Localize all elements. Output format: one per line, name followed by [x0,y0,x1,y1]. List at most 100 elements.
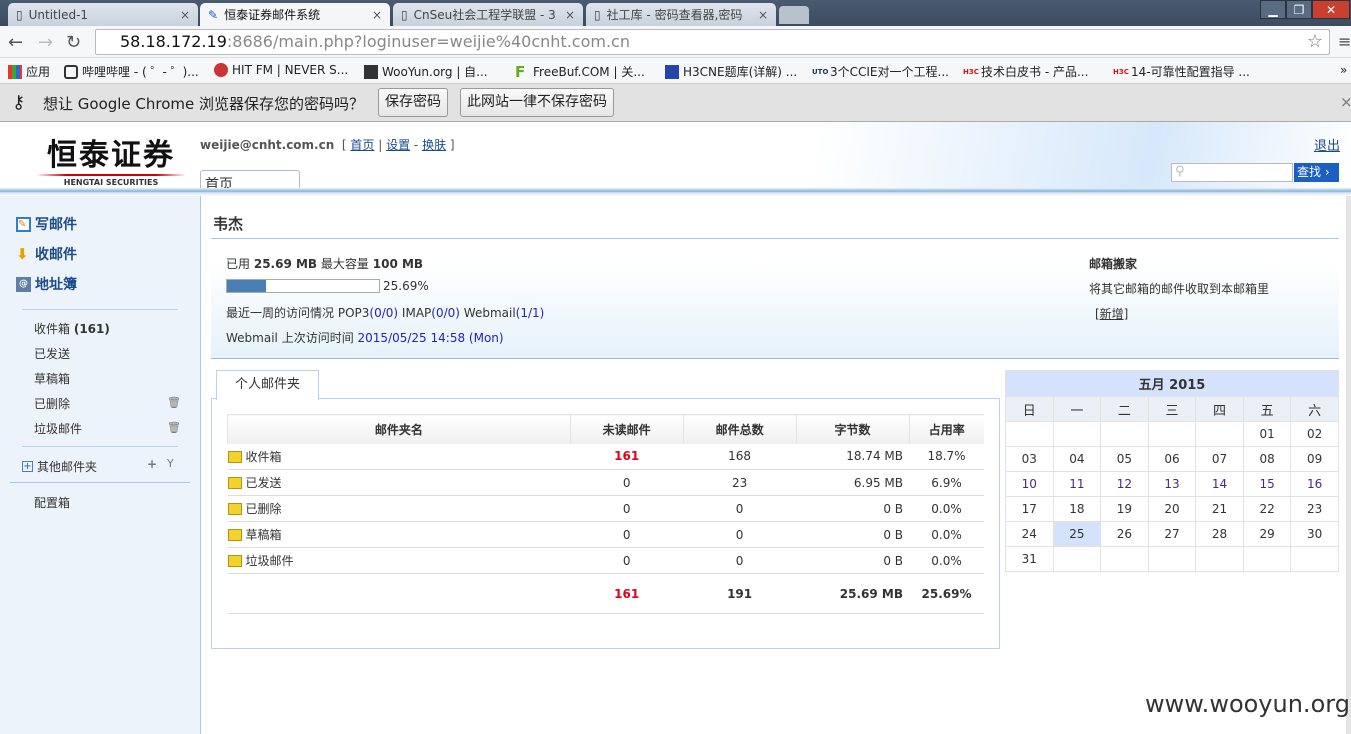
skin-link[interactable]: 换肤 [422,138,446,152]
back-icon[interactable]: ← [8,32,23,53]
bookmark[interactable]: F FreeBuf.COM | 关... [515,63,645,80]
calendar-day[interactable]: 29 [1242,521,1292,547]
table-row: 已删除 0 0 0 B 0.0% [227,495,984,522]
calendar-day[interactable]: 31 [1005,546,1054,572]
calendar-day[interactable]: 25 [1052,521,1102,547]
close-tab-icon[interactable]: × [565,8,575,22]
maximize-button[interactable]: ❐ [1286,0,1312,19]
browser-tab-active[interactable]: ✎ 恒泰证券邮件系统 × [200,3,390,26]
new-tab-button[interactable] [779,6,809,24]
calendar-day[interactable]: 20 [1147,496,1197,522]
bookmark[interactable]: HIT FM | NEVER S... [214,63,348,77]
logout-link[interactable]: 退出 [1314,135,1340,154]
calendar-day[interactable]: 28 [1195,521,1244,547]
other-folders[interactable]: + 其他邮件夹 [22,458,97,475]
bookmark[interactable]: H3CNE题库(详解) ... [665,63,797,80]
calendar-empty [1052,421,1102,447]
calendar-day[interactable]: 11 [1052,471,1102,497]
never-save-button[interactable]: 此网站一律不保存密码 [460,88,614,117]
bookmark-apps[interactable]: 应用 [8,63,50,80]
calendar-day[interactable]: 19 [1100,496,1149,522]
calendar-title: 五月 2015 [1005,370,1339,397]
calendar-day[interactable]: 24 [1005,521,1054,547]
wrench-icon[interactable]: Y [167,457,174,470]
calendar-day[interactable]: 26 [1100,521,1149,547]
folder-name-cell[interactable]: 草稿箱 [227,521,571,548]
calendar-day[interactable]: 16 [1290,471,1339,497]
folder-name-cell[interactable]: 垃圾邮件 [227,547,571,574]
addressbook-link[interactable]: @ 地址簿 [16,274,77,294]
calendar-day[interactable]: 09 [1290,446,1339,472]
calendar-day[interactable]: 30 [1290,521,1339,547]
calendar-day[interactable]: 23 [1290,496,1339,522]
usage-text: 已用 25.69 MB 最大容量 100 MB [226,257,424,271]
add-folder-icon[interactable]: + [147,457,157,471]
calendar-empty [1100,421,1149,447]
bookmark[interactable]: H3C 14-可靠性配置指导 ... [1113,63,1250,80]
calendar-day[interactable]: 17 [1005,496,1054,522]
browser-tab[interactable]: ▯ 社工库 - 密码查看器,密码 × [586,3,776,26]
calendar-day[interactable]: 05 [1100,446,1149,472]
search-button[interactable]: 查找 › [1294,163,1339,182]
calendar-day[interactable]: 04 [1052,446,1102,472]
sidebar-folder-inbox[interactable]: 收件箱 (161) [34,320,110,337]
bookmark[interactable]: WooYun.org | 自... [364,63,488,80]
add-mailbox-move-link[interactable]: [新增] [1095,305,1128,322]
bookmark[interactable]: H3C 技术白皮书 - 产品... [963,63,1088,80]
bookmark[interactable]: 哔哩哔哩 - ( ゜- ゜)... [64,63,199,80]
sidebar: ✎ 写邮件 ⬇ 收邮件 @ 地址簿 收件箱 (161) 已发送 草稿箱 已删除 🗑 垃… [0,196,201,734]
calendar-day[interactable]: 15 [1242,471,1292,497]
calendar-day[interactable]: 01 [1242,421,1292,447]
browser-tab[interactable]: ▯ CnSeu社会工程学联盟 - 3 × [393,3,583,26]
sidebar-folder-drafts[interactable]: 草稿箱 [34,370,70,387]
scrollbar[interactable] [1346,196,1351,734]
settings-link[interactable]: 设置 [386,138,410,152]
save-password-button[interactable]: 保存密码 [378,88,448,117]
calendar-day[interactable]: 14 [1195,471,1244,497]
close-tab-icon[interactable]: × [758,8,768,22]
folder-name-cell[interactable]: 已删除 [227,495,571,522]
minimize-button[interactable]: ▁ [1260,0,1286,19]
expand-icon[interactable]: + [22,461,33,472]
calendar-day[interactable]: 10 [1005,471,1054,497]
folder-name-cell[interactable]: 已发送 [227,469,571,496]
calendar-day[interactable]: 13 [1147,471,1197,497]
calendar-week: 17 18 19 20 21 22 23 [1005,496,1339,522]
search-input[interactable]: ⚲ [1171,163,1293,182]
calendar-day[interactable]: 22 [1242,496,1292,522]
close-infobar-icon[interactable]: × [1340,93,1351,111]
home-link[interactable]: 首页 [350,138,374,152]
close-tab-icon[interactable]: × [180,8,190,22]
close-window-button[interactable]: ✕ [1312,0,1350,19]
bookmark[interactable]: UTO 3个CCIE对一个工程... [812,63,949,80]
sidebar-folder-spam[interactable]: 垃圾邮件 [34,420,82,437]
folder-name-cell[interactable]: 收件箱 [227,443,571,470]
more-bookmarks[interactable]: » [1340,63,1347,77]
forward-icon[interactable]: → [38,32,53,53]
address-bar[interactable]: 58.18.172.19:8686/main.php?loginuser=wei… [95,29,1330,55]
calendar-day[interactable]: 18 [1052,496,1102,522]
total-count: 191 [683,573,797,614]
menu-icon[interactable]: ≡ [1338,32,1351,51]
calendar-day[interactable]: 21 [1195,496,1244,522]
sidebar-folder-deleted[interactable]: 已删除 [34,395,70,412]
calendar-day[interactable]: 06 [1147,446,1197,472]
receive-link[interactable]: ⬇ 收邮件 [16,244,77,264]
tab-personal-folders[interactable]: 个人邮件夹 [216,370,319,400]
calendar-day[interactable]: 08 [1242,446,1292,472]
calendar-day[interactable]: 27 [1147,521,1197,547]
key-icon: ⚷ [12,92,26,113]
calendar-day[interactable]: 02 [1290,421,1339,447]
empty-spam-icon[interactable]: 🗑 [167,421,181,434]
bookmark-star-icon[interactable]: ☆ [1307,30,1323,54]
reload-icon[interactable]: ↻ [66,32,81,53]
compose-link[interactable]: ✎ 写邮件 [16,214,77,234]
calendar-day[interactable]: 03 [1005,446,1054,472]
calendar-day[interactable]: 07 [1195,446,1244,472]
calendar-day[interactable]: 12 [1100,471,1149,497]
sidebar-config[interactable]: 配置箱 [34,494,70,511]
browser-tab[interactable]: ▯ Untitled-1 × [8,3,198,26]
sidebar-folder-sent[interactable]: 已发送 [34,345,70,362]
close-tab-icon[interactable]: × [372,8,382,22]
empty-trash-icon[interactable]: 🗑 [167,396,181,409]
